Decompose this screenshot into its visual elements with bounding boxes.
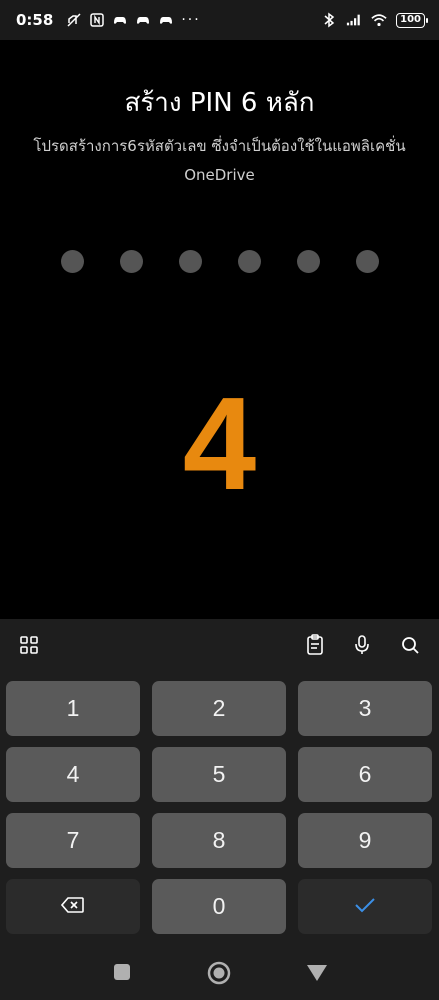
key-7[interactable]: 7 — [6, 813, 140, 868]
system-nav-bar — [0, 946, 439, 1000]
microphone-icon[interactable] — [350, 633, 374, 657]
key-6[interactable]: 6 — [298, 747, 432, 802]
pin-indicator — [0, 250, 439, 273]
signal-icon — [346, 12, 362, 28]
battery-icon: 100 — [396, 12, 428, 28]
key-3[interactable]: 3 — [298, 681, 432, 736]
apps-grid-icon[interactable] — [17, 633, 41, 657]
more-notifications: ··· — [181, 12, 201, 28]
typed-digit-preview: 4 — [182, 370, 257, 517]
wifi-icon — [371, 12, 387, 28]
status-time: 0:58 — [16, 11, 54, 29]
backspace-icon — [60, 893, 85, 920]
clipboard-icon[interactable] — [303, 633, 327, 657]
backspace-button[interactable] — [6, 879, 140, 934]
key-grid: 1 2 3 4 5 6 7 8 9 0 — [6, 681, 433, 934]
key-9[interactable]: 9 — [298, 813, 432, 868]
search-icon[interactable] — [398, 633, 422, 657]
bluetooth-icon — [321, 12, 337, 28]
pin-dot — [355, 250, 379, 273]
page-subtitle: โปรดสร้างการ6รหัสตัวเลข ซึ่งจำเป็นต้องใช… — [33, 137, 406, 184]
key-5[interactable]: 5 — [152, 747, 286, 802]
status-bar: 0:58 ··· 100 — [0, 0, 439, 40]
page-title: สร้าง PIN 6 หลัก — [124, 88, 315, 118]
keyboard-toolbar — [0, 619, 439, 671]
pin-dot — [119, 250, 143, 273]
nfc-icon — [89, 12, 105, 28]
confirm-button[interactable] — [298, 879, 432, 934]
key-4[interactable]: 4 — [6, 747, 140, 802]
pin-dot — [296, 250, 320, 273]
checkmark-icon — [353, 893, 377, 920]
key-0[interactable]: 0 — [152, 879, 286, 934]
silent-icon — [66, 12, 82, 28]
key-2[interactable]: 2 — [152, 681, 286, 736]
home-icon[interactable] — [207, 961, 231, 989]
game-controller-icon — [112, 12, 128, 28]
key-8[interactable]: 8 — [152, 813, 286, 868]
game-controller-icon — [158, 12, 174, 28]
pin-dot — [237, 250, 261, 273]
numeric-keyboard: 1 2 3 4 5 6 7 8 9 0 — [0, 619, 439, 946]
pin-dot — [60, 250, 84, 273]
game-controller-icon — [135, 12, 151, 28]
recent-apps-icon[interactable] — [113, 963, 131, 985]
key-1[interactable]: 1 — [6, 681, 140, 736]
pin-dot — [178, 250, 202, 273]
back-icon[interactable] — [306, 964, 328, 986]
